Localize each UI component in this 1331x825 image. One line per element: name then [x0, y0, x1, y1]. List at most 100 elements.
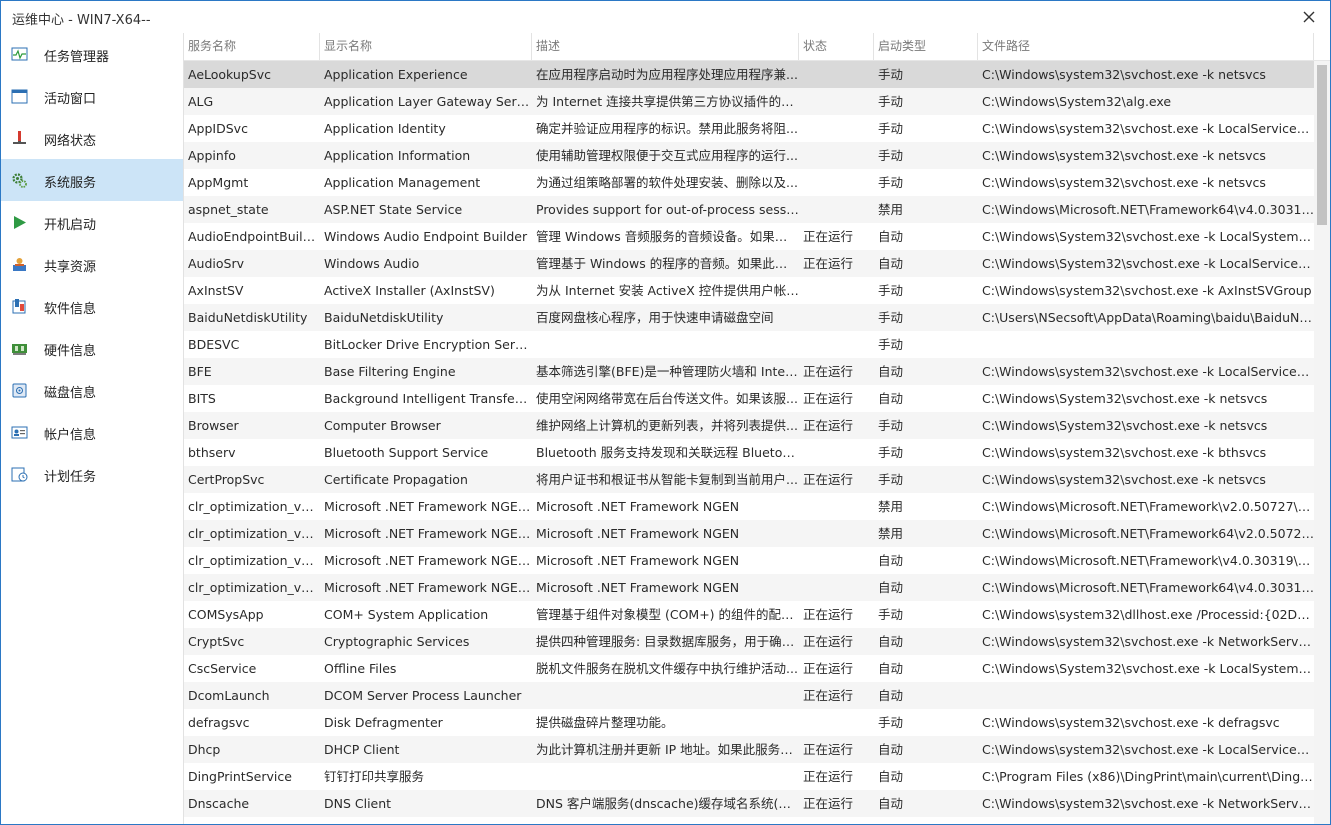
table-row[interactable]: COMSysApp COM+ System Application 管理基于组件对象…	[184, 601, 1314, 628]
table-cell: ALG	[188, 94, 214, 109]
table-row[interactable]: AeLookupSvc Application Experience 在应用程序启动…	[184, 61, 1314, 88]
sidebar-item-1[interactable]: 活动窗口	[1, 75, 183, 117]
table-row[interactable]: dot3svcWired AutoConfig有线自动配置(DOT3SVC)服务…	[184, 817, 1314, 824]
column-header[interactable]: 描述	[532, 33, 799, 60]
sidebar-item-2[interactable]: 网络状态	[1, 117, 183, 159]
sidebar-item-8[interactable]: 磁盘信息	[1, 369, 183, 411]
table-row[interactable]: ALG Application Layer Gateway Service 为 In…	[184, 88, 1314, 115]
table-cell: C:\Windows\Microsoft.NET\Framework\v2.0.…	[982, 499, 1314, 514]
table-cell: Microsoft .NET Framework NGEN...	[324, 553, 532, 568]
sidebar: 任务管理器 活动窗口 网络状态系统服务开机启动共享资源 软件信息 硬件信息磁盘信息帐户信…	[1, 33, 184, 824]
column-header[interactable]: 启动类型	[874, 33, 978, 60]
table-row[interactable]: BaiduNetdiskUtility BaiduNetdiskUtility 百度…	[184, 304, 1314, 331]
sidebar-item-6[interactable]: 软件信息	[1, 285, 183, 327]
table-cell: C:\Windows\system32\svchost.exe -k Local…	[982, 121, 1314, 136]
table-cell: C:\Windows\system32\svchost.exe -k Netwo…	[982, 634, 1314, 649]
table-row[interactable]: CertPropSvc Certificate Propagation 将用户证书和…	[184, 466, 1314, 493]
close-button[interactable]	[1296, 5, 1322, 29]
table-cell: DcomLaunch	[188, 688, 270, 703]
table-row[interactable]: AppIDSvc Application Identity 确定并验证应用程序的标识…	[184, 115, 1314, 142]
table-cell: 确定并验证应用程序的标识。禁用此服务将阻...	[536, 121, 798, 136]
sidebar-item-label: 磁盘信息	[44, 386, 97, 401]
table-cell: 正在运行	[803, 688, 854, 703]
table-cell: 自动	[878, 688, 904, 703]
table-row[interactable]: BFE Base Filtering Engine 基本筛选引擎(BFE)是一种管理…	[184, 358, 1314, 385]
table-row[interactable]: aspnet_state ASP.NET State Service Provide…	[184, 196, 1314, 223]
table-row[interactable]: defragsvc Disk Defragmenter 提供磁盘碎片整理功能。 手动 C…	[184, 709, 1314, 736]
table-cell	[978, 331, 1314, 358]
table-row[interactable]: CscService Offline Files 脱机文件服务在脱机文件缓存中执行维…	[184, 655, 1314, 682]
column-header[interactable]: 服务名称	[184, 33, 320, 60]
table-cell: 手动	[878, 148, 904, 163]
sidebar-item-7[interactable]: 硬件信息	[1, 327, 183, 369]
table-row[interactable]: clr_optimization_v4.... Microsoft .NET Fr…	[184, 547, 1314, 574]
sidebar-item-10[interactable]: 计划任务	[1, 453, 183, 495]
table-cell: C:\Program Files (x86)\DingPrint\main\cu…	[982, 769, 1314, 784]
table-cell: Windows Audio	[324, 256, 420, 271]
table-cell: Microsoft .NET Framework NGEN	[536, 499, 740, 514]
sidebar-item-3[interactable]: 系统服务	[1, 159, 183, 201]
table-cell: 提供四种管理服务: 目录数据库服务，用于确认 ...	[536, 634, 799, 649]
sidebar-item-9[interactable]: 帐户信息	[1, 411, 183, 453]
table-cell: 手动	[878, 67, 904, 82]
sidebar-item-label: 开机启动	[44, 218, 97, 233]
column-header[interactable]: 状态	[799, 33, 874, 60]
table-row[interactable]: clr_optimization_v4.... Microsoft .NET Fr…	[184, 574, 1314, 601]
table-cell: C:\Windows\System32\svchost.exe -k Local…	[982, 229, 1314, 244]
table-row[interactable]: Dnscache DNS Client DNS 客户端服务(dnscache)缓存域…	[184, 790, 1314, 817]
table-cell: 禁用	[878, 526, 904, 541]
table-row[interactable]: DcomLaunch DCOM Server Process Launcher 正在…	[184, 682, 1314, 709]
scrollbar-thumb[interactable]	[1317, 65, 1327, 225]
table-cell: AppMgmt	[188, 175, 249, 190]
table-cell	[799, 277, 874, 304]
vertical-scrollbar[interactable]	[1314, 61, 1330, 824]
table-cell: 使用空闲网络带宽在后台传送文件。如果该服...	[536, 391, 798, 406]
table-row[interactable]: bthserv Bluetooth Support Service Bluetoot…	[184, 439, 1314, 466]
task-manager-icon	[11, 46, 28, 63]
play-icon	[11, 214, 28, 231]
table-cell: 百度网盘核心程序，用于快速申请磁盘空间	[536, 310, 774, 325]
sidebar-item-label: 帐户信息	[44, 428, 97, 443]
table-cell: 手动	[878, 175, 904, 190]
window-icon	[11, 88, 28, 105]
table-cell: Windows Audio Endpoint Builder	[324, 229, 528, 244]
table-cell: 手动	[878, 607, 904, 622]
table-cell: clr_optimization_v4....	[188, 580, 320, 595]
column-header[interactable]: 显示名称	[320, 33, 532, 60]
table-row[interactable]: AxInstSV ActiveX Installer (AxInstSV) 为从 I…	[184, 277, 1314, 304]
table-cell: DingPrintService	[188, 769, 292, 784]
table-row[interactable]: Appinfo Application Information 使用辅助管理权限便于…	[184, 142, 1314, 169]
table-row[interactable]: AppMgmt Application Management 为通过组策略部署的软件…	[184, 169, 1314, 196]
table-cell: 自动	[878, 580, 904, 595]
column-header[interactable]: 文件路径	[978, 33, 1314, 60]
table-cell: 提供磁盘碎片整理功能。	[536, 715, 674, 730]
table-row[interactable]: clr_optimization_v2.... Microsoft .NET Fr…	[184, 493, 1314, 520]
table-row[interactable]: DingPrintService 钉钉打印共享服务 正在运行 自动 C:\Program…	[184, 763, 1314, 790]
table-cell: COM+ System Application	[324, 607, 489, 622]
table-cell	[532, 331, 799, 358]
sidebar-item-5[interactable]: 共享资源	[1, 243, 183, 285]
table-cell	[799, 520, 874, 547]
table-cell: clr_optimization_v2....	[188, 526, 320, 541]
table-row[interactable]: AudioSrv Windows Audio 管理基于 Windows 的程序的音频…	[184, 250, 1314, 277]
table-cell: 手动	[878, 337, 904, 352]
table-cell: 脱机文件服务在脱机文件缓存中执行维护活动...	[536, 661, 798, 676]
table-row[interactable]: BDESVC BitLocker Drive Encryption Service…	[184, 331, 1314, 358]
sidebar-item-label: 系统服务	[44, 176, 97, 191]
table-cell: Bluetooth 服务支持发现和关联远程 Bluetoot...	[536, 445, 799, 460]
table-row[interactable]: Dhcp DHCP Client 为此计算机注册并更新 IP 地址。如果此服务停..…	[184, 736, 1314, 763]
sidebar-item-4[interactable]: 开机启动	[1, 201, 183, 243]
sidebar-item-0[interactable]: 任务管理器	[1, 33, 183, 75]
table-cell: defragsvc	[188, 715, 250, 730]
table-row[interactable]: AudioEndpointBuilder Windows Audio Endpoi…	[184, 223, 1314, 250]
table-cell: C:\Windows\System32\svchost.exe -k netsv…	[982, 418, 1268, 433]
table-row[interactable]: CryptSvc Cryptographic Services 提供四种管理服务: …	[184, 628, 1314, 655]
table-cell: CryptSvc	[188, 634, 245, 649]
table-cell: 为从 Internet 安装 ActiveX 控件提供用户帐户...	[536, 283, 799, 298]
table-row[interactable]: clr_optimization_v2.... Microsoft .NET Fr…	[184, 520, 1314, 547]
table-cell: C:\Windows\Microsoft.NET\Framework64\v4.…	[982, 580, 1314, 595]
table-cell: 正在运行	[803, 607, 854, 622]
table-row[interactable]: Browser Computer Browser 维护网络上计算机的更新列表，并将列…	[184, 412, 1314, 439]
table-cell: Wired AutoConfig	[320, 817, 532, 824]
table-row[interactable]: BITS Background Intelligent Transfer S...…	[184, 385, 1314, 412]
